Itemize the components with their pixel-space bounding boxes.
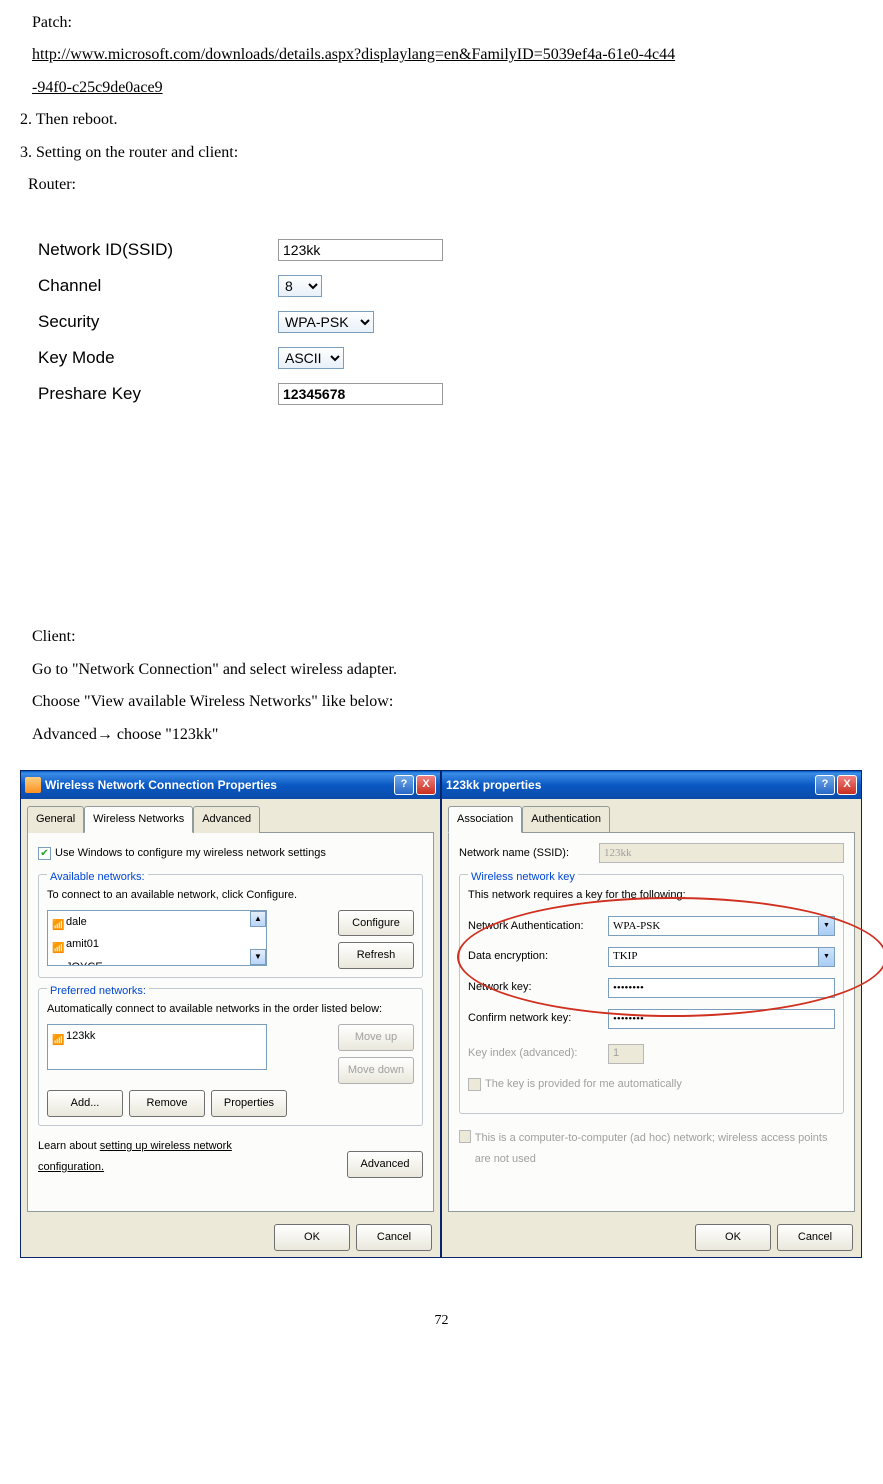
network-icon: 📶 (52, 939, 62, 951)
preshare-input[interactable] (278, 383, 443, 405)
group-desc: This network requires a key for the foll… (468, 885, 835, 906)
advanced-button[interactable]: Advanced (347, 1151, 423, 1178)
refresh-button[interactable]: Refresh (338, 942, 414, 969)
patch-url-line1[interactable]: http://www.microsoft.com/downloads/detai… (32, 46, 675, 63)
remove-button[interactable]: Remove (129, 1090, 205, 1117)
ok-button[interactable]: OK (695, 1224, 771, 1251)
auto-key-checkbox (468, 1078, 481, 1091)
chevron-down-icon: ▼ (818, 917, 834, 935)
list-item: 📶amit01 (48, 933, 266, 956)
step-3: 3. Setting on the router and client: (20, 138, 863, 168)
ssid-label: Network name (SSID): (459, 843, 599, 864)
network-icon: 📶 (52, 1031, 62, 1043)
add-button[interactable]: Add... (47, 1090, 123, 1117)
group-title: Wireless network key (468, 867, 578, 888)
preshare-label: Preshare Key (38, 378, 278, 410)
security-select[interactable]: WPA-PSK (278, 311, 374, 333)
ssid-label: Network ID(SSID) (38, 234, 278, 266)
list-item: 📶JOYCE (48, 956, 266, 965)
properties-button[interactable]: Properties (211, 1090, 287, 1117)
page-number: 72 (20, 1308, 863, 1335)
wireless-icon (25, 777, 41, 793)
auth-select[interactable]: WPA-PSK▼ (608, 916, 835, 936)
help-button[interactable]: ? (394, 775, 414, 795)
preferred-networks-group: Preferred networks: Automatically connec… (38, 988, 423, 1126)
network-props-dialog: 123kk properties ? X Association Authent… (441, 770, 862, 1258)
use-windows-label: Use Windows to configure my wireless net… (55, 843, 326, 864)
tab-association[interactable]: Association (448, 806, 522, 833)
cancel-button[interactable]: Cancel (356, 1224, 432, 1251)
network-key-input[interactable] (608, 978, 835, 998)
help-button[interactable]: ? (815, 775, 835, 795)
router-settings: Network ID(SSID) Channel 8 Security WPA-… (20, 215, 710, 442)
auto-key-label: The key is provided for me automatically (485, 1074, 682, 1095)
client-heading: Client: (32, 622, 863, 652)
scroll-up[interactable]: ▲ (250, 911, 266, 927)
cancel-button[interactable]: Cancel (777, 1224, 853, 1251)
tab-advanced[interactable]: Advanced (193, 806, 260, 833)
movedown-button: Move down (338, 1057, 414, 1084)
configure-button[interactable]: Configure (338, 910, 414, 937)
step-2: 2. Then reboot. (20, 105, 863, 135)
chevron-down-icon: ▼ (818, 948, 834, 966)
channel-label: Channel (38, 270, 278, 302)
available-listbox[interactable]: 📶dale 📶amit01 📶JOYCE ▲ ▼ (47, 910, 267, 966)
auth-label: Network Authentication: (468, 916, 608, 937)
ok-button[interactable]: OK (274, 1224, 350, 1251)
ssid-input[interactable] (278, 239, 443, 261)
client-line1: Go to "Network Connection" and select wi… (32, 655, 863, 685)
enc-label: Data encryption: (468, 946, 608, 967)
keymode-select[interactable]: ASCII (278, 347, 344, 369)
available-title: Available networks: (47, 867, 148, 888)
security-label: Security (38, 306, 278, 338)
use-windows-checkbox[interactable]: ✔ (38, 847, 51, 860)
keyindex-spinner: 1 (608, 1044, 644, 1064)
ssid-input (599, 843, 844, 863)
channel-select[interactable]: 8 (278, 275, 322, 297)
patch-url-line2[interactable]: -94f0-c25c9de0ace9 (32, 79, 163, 96)
list-item: 📶123kk (48, 1025, 266, 1048)
preferred-title: Preferred networks: (47, 981, 149, 1002)
titlebar: Wireless Network Connection Properties ?… (21, 771, 440, 799)
network-icon: 📶 (52, 916, 62, 928)
client-line2: Choose "View available Wireless Networks… (32, 687, 863, 717)
confirm-key-input[interactable] (608, 1009, 835, 1029)
adhoc-checkbox (459, 1130, 471, 1143)
available-networks-group: Available networks: To connect to an ava… (38, 874, 423, 979)
list-item: 📶dale (48, 911, 266, 934)
titlebar: 123kk properties ? X (442, 771, 861, 799)
close-button[interactable]: X (416, 775, 436, 795)
keyindex-label: Key index (advanced): (468, 1043, 608, 1064)
patch-label: Patch: (32, 8, 863, 38)
client-line3: Advanced→ choose "123kk" (32, 720, 863, 750)
tab-authentication[interactable]: Authentication (522, 806, 610, 833)
preferred-listbox[interactable]: 📶123kk (47, 1024, 267, 1070)
keymode-label: Key Mode (38, 342, 278, 374)
tab-wireless-networks[interactable]: Wireless Networks (84, 806, 193, 833)
confirm-label: Confirm network key: (468, 1008, 608, 1029)
key-label: Network key: (468, 977, 608, 998)
screenshots-row: Wireless Network Connection Properties ?… (20, 770, 863, 1258)
preferred-desc: Automatically connect to available netwo… (47, 999, 414, 1020)
dialog-title: 123kk properties (446, 774, 541, 797)
adhoc-label: This is a computer-to-computer (ad hoc) … (475, 1128, 844, 1170)
dialog-title: Wireless Network Connection Properties (45, 774, 277, 797)
wireless-conn-props-dialog: Wireless Network Connection Properties ?… (20, 770, 441, 1258)
close-button[interactable]: X (837, 775, 857, 795)
router-heading: Router: (28, 170, 863, 200)
tab-general[interactable]: General (27, 806, 84, 833)
wireless-key-group: Wireless network key This network requir… (459, 874, 844, 1114)
learn-text: Learn about setting up wireless network … (38, 1136, 258, 1178)
moveup-button: Move up (338, 1024, 414, 1051)
scroll-down[interactable]: ▼ (250, 949, 266, 965)
enc-select[interactable]: TKIP▼ (608, 947, 835, 967)
network-icon: 📶 (52, 962, 62, 966)
available-desc: To connect to an available network, clic… (47, 885, 414, 906)
